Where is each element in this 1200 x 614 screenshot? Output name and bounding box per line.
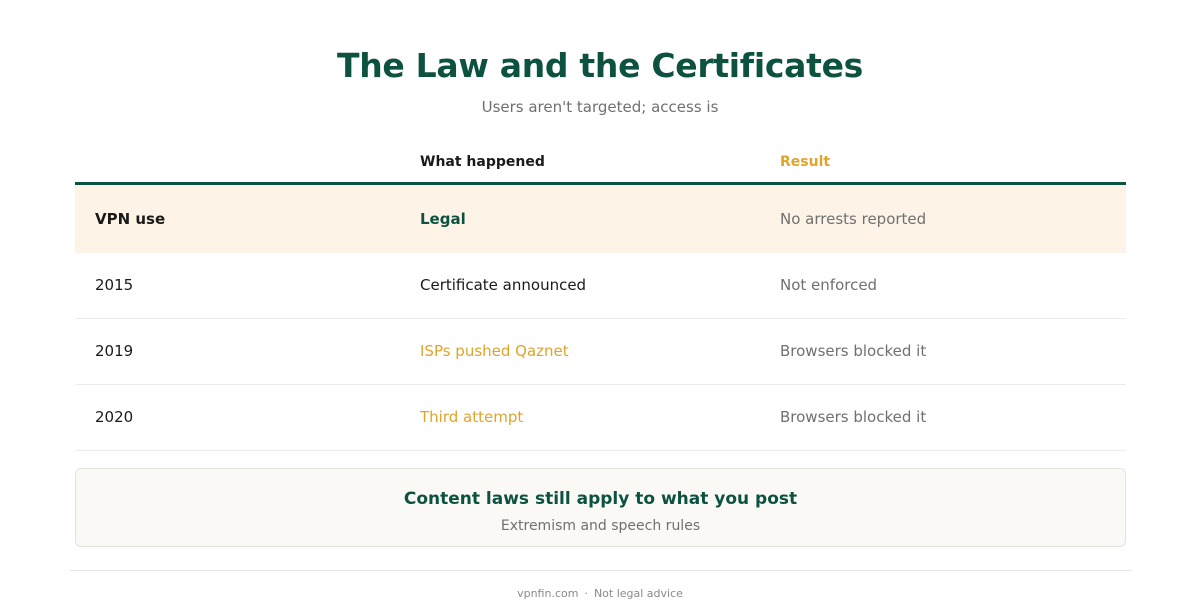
row-event: ISPs pushed Qaznet bbox=[420, 342, 569, 360]
row-label: 2015 bbox=[95, 276, 134, 294]
row-result: No arrests reported bbox=[780, 210, 927, 228]
row-label: 2019 bbox=[95, 342, 134, 360]
footer-site: vpnfin.com bbox=[517, 587, 579, 600]
content-laws-callout: Content laws still apply to what you pos… bbox=[75, 468, 1126, 547]
footer-divider bbox=[70, 570, 1131, 571]
table-row: 2015 Certificate announced Not enforced bbox=[75, 253, 1126, 319]
footer-disclaimer: Not legal advice bbox=[593, 587, 683, 600]
row-label: 2020 bbox=[95, 408, 134, 426]
column-header-result: Result bbox=[780, 154, 831, 170]
column-header-what-happened: What happened bbox=[420, 154, 545, 170]
footer-separator: · bbox=[584, 587, 588, 600]
callout-title: Content laws still apply to what you pos… bbox=[403, 489, 798, 509]
footer: vpnfin.com · Not legal advice bbox=[0, 586, 1200, 602]
row-result: Browsers blocked it bbox=[780, 408, 927, 426]
row-result: Not enforced bbox=[780, 276, 878, 294]
row-result: Browsers blocked it bbox=[780, 342, 927, 360]
row-event: Certificate announced bbox=[420, 276, 587, 294]
table-header: What happened Result bbox=[75, 146, 1126, 185]
page-subtitle: Users aren't targeted; access is bbox=[481, 98, 719, 116]
page-title: The Law and the Certificates bbox=[336, 46, 863, 85]
row-event: Legal bbox=[420, 210, 466, 228]
law-table: What happened Result VPN use Legal No ar… bbox=[75, 146, 1126, 451]
table-row: VPN use Legal No arrests reported bbox=[75, 185, 1126, 253]
page: The Law and the Certificates Users aren'… bbox=[0, 0, 1200, 614]
callout-subtitle: Extremism and speech rules bbox=[500, 518, 701, 534]
table-row: 2019 ISPs pushed Qaznet Browsers blocked… bbox=[75, 319, 1126, 385]
table-row: 2020 Third attempt Browsers blocked it bbox=[75, 385, 1126, 451]
row-label: VPN use bbox=[95, 210, 166, 228]
row-event: Third attempt bbox=[420, 408, 524, 426]
